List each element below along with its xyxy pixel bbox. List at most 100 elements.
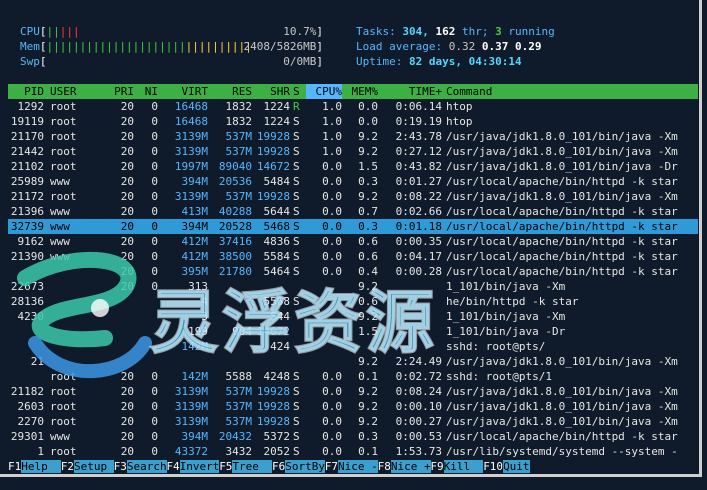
cell-shr: 1224 — [263, 100, 291, 113]
table-row[interactable]: 21390 www 20 0 412M 38500 5584 S 0.0 0.6 0:04.17/u… — [8, 249, 698, 264]
cell-mem: 9.2 — [358, 415, 378, 428]
table-row[interactable]: root 20 0 142M 5588 4248 S 0.0 0.1 0:02.72 sshd: r… — [8, 369, 698, 384]
table-row[interactable]: 4230 3 544 9.2 1_101/bin/java -Xm — [8, 309, 698, 324]
cell-state: S — [293, 130, 300, 143]
fkey-label: Tree — [232, 460, 273, 473]
column-command[interactable]: Command — [446, 84, 698, 99]
cell-res: 37416 — [218, 235, 252, 248]
cell-shr: 424 — [270, 340, 290, 353]
table-row[interactable]: 1 root 20 0 43372 3432 2052 S 0.0 0.1 1:53.73/usr/… — [8, 444, 698, 459]
cell-shr: 4248 — [263, 370, 291, 383]
column-user[interactable]: USER — [50, 84, 110, 99]
fkey-key: F3 — [113, 460, 127, 473]
fkey-key: F7 — [324, 460, 339, 473]
meter-cpu: CPU[||||| — [20, 24, 80, 39]
table-row[interactable]: 21 9.2 2:24.49/usr/java/jdk1.8.0_101/bin/j… — [8, 354, 698, 369]
cell-time: 0:00.10 — [395, 400, 442, 413]
cell-time: 0:00.35 — [395, 235, 442, 248]
cell-command: htop — [446, 115, 473, 128]
cell-command: /usr/java/jdk1.8.0_101/bin/java -Xm — [446, 145, 678, 158]
cell-command: /usr/local/apache/bin/httpd -k star — [446, 250, 678, 263]
cell-pid: 28136 — [10, 295, 44, 308]
cell-command: /usr/java/jdk1.8.0_101/bin/java -Xm — [446, 190, 678, 203]
fkey-label: Setup — [74, 460, 114, 473]
cell-cpu: 0.0 — [322, 235, 342, 248]
fkey-f3[interactable]: F3Search — [114, 459, 167, 474]
cell-virt: 1997M — [174, 160, 208, 173]
cell-pid: 21102 — [10, 160, 44, 173]
table-row-selected[interactable]: 32739 www 20 0 394M 20528 5468 S 0.0 0.3 0:01.18/u… — [8, 219, 698, 234]
cell-res: 537M — [225, 190, 253, 203]
meter-bracket-close: ] — [316, 55, 323, 68]
fkey-f4[interactable]: F4Invert — [166, 459, 220, 474]
cell-time: 2:24.49 — [395, 355, 442, 368]
table-row[interactable]: 28136 4 5568 S 0.6 he/bin/httpd -k star — [8, 294, 698, 309]
fkey-f7[interactable]: F7Nice - — [325, 459, 378, 474]
cell-state: S — [293, 145, 300, 158]
column-time[interactable]: TIME+ — [384, 84, 442, 99]
table-row[interactable]: 2270 root 20 0 3139M 537M 19928 S 0.0 9.2 0:00.27 /… — [8, 414, 698, 429]
table-row[interactable]: 22673 20 0 313 9.2 1_101/bin/java -Xm — [8, 279, 698, 294]
fkey-f10[interactable]: F10Quit — [483, 459, 530, 474]
fkey-f6[interactable]: F6SortBy — [272, 459, 325, 474]
table-row[interactable]: 1292 root 20 0 16468 1832 1224 R 1.0 0.0 0:06.14 ht… — [8, 99, 698, 114]
process-table[interactable]: PID USER PRI NI VIRT RES SHR S CPU% MEM%… — [8, 84, 698, 459]
table-row[interactable]: 21170 root 20 0 3139M 537M 19928 S 1.0 9.2 2:43.78… — [8, 129, 698, 144]
fkey-f2[interactable]: F2Setup — [61, 459, 114, 474]
cell-nice: 0 — [151, 115, 158, 128]
cell-priority: 20 — [120, 265, 134, 278]
fkey-f9[interactable]: F9Kill — [430, 459, 484, 474]
column-res[interactable]: RES — [212, 84, 252, 99]
cell-priority: 20 — [120, 145, 134, 158]
cell-mem: 0.1 — [358, 445, 378, 458]
cell-mem: 0.3 — [358, 175, 378, 188]
table-row[interactable]: 21396 www 20 0 413M 40288 5644 S 0.0 0.7 0:02.66/u… — [8, 204, 698, 219]
cell-cpu: 1.0 — [322, 145, 342, 158]
column-shr[interactable]: SHR — [254, 84, 290, 99]
table-row[interactable]: 142M 424 sshd: root@pts/ — [8, 339, 698, 354]
cell-cpu: 0.0 — [322, 190, 342, 203]
cell-res: 537M — [225, 385, 253, 398]
cell-res: 20536 — [218, 175, 252, 188]
table-row[interactable]: 19119 root 20 0 16468 1832 1224 S 1.0 0.0 0:19.19 h… — [8, 114, 698, 129]
cell-pid: 21442 — [10, 145, 44, 158]
fkey-f1[interactable]: F1Help — [8, 459, 61, 474]
table-row[interactable]: 20 0 395M 21780 5464 S 0.0 0.4 0:00.28/usr/local… — [8, 264, 698, 279]
column-pri[interactable]: PRI — [112, 84, 134, 99]
table-row[interactable]: 25989 www 20 0 394M 20536 5484 S 0.0 0.3 0:01.27/u… — [8, 174, 698, 189]
table-row[interactable]: 29301 www 20 0 394M 20432 5372 S 0.0 0.3 0:00.53/u… — [8, 429, 698, 444]
column-ni[interactable]: NI — [140, 84, 158, 99]
cell-time: 0:00.28 — [395, 265, 442, 278]
fkey-f5[interactable]: F5Tree — [219, 459, 273, 474]
cell-pid: 1292 — [17, 100, 45, 113]
cell-mem: 0.0 — [358, 100, 378, 113]
table-row[interactable]: 9162 www 20 0 412M 37416 4836 S 0.0 0.6 0:00.35/us… — [8, 234, 698, 249]
table-row[interactable]: 21172 root 20 0 3139M 537M 19928 S 0.0 9.2 0:08.22… — [8, 189, 698, 204]
cell-priority: 20 — [120, 385, 134, 398]
cell-time: 0:01.27 — [395, 175, 442, 188]
column-virt[interactable]: VIRT — [163, 84, 209, 99]
cell-virt: 394M — [181, 175, 209, 188]
column-pid[interactable]: PID — [8, 84, 44, 99]
cell-res: 1832 — [225, 100, 253, 113]
column-header-row[interactable]: PID USER PRI NI VIRT RES SHR S CPU% MEM%… — [8, 84, 698, 99]
table-row[interactable]: 199 904 14672 1.5 1_101/bin/java -Dr — [8, 324, 698, 339]
table-row[interactable]: 21182 root 20 0 3139M 537M 19928 S 0.0 9.2 0:08.24… — [8, 384, 698, 399]
cell-state: S — [293, 385, 300, 398]
column-state[interactable]: S — [293, 84, 303, 99]
table-row[interactable]: 21442 root 20 0 3139M 537M 19928 S 1.0 9.2 0:27.12… — [8, 144, 698, 159]
fkey-key: F2 — [60, 460, 75, 473]
table-row[interactable]: 2603 root 20 0 3139M 537M 19928 S 0.0 9.2 0:00.10 /… — [8, 399, 698, 414]
cell-cpu: 1.0 — [322, 130, 342, 143]
table-row[interactable]: 21102 root 20 0 1997M 89040 14672 S 0.0 1.5 0:43.8… — [8, 159, 698, 174]
fkey-f8[interactable]: F8Nice + — [378, 459, 431, 474]
column-mem[interactable]: MEM% — [346, 84, 379, 99]
cell-virt: 16468 — [174, 100, 208, 113]
column-cpu[interactable]: CPU% — [306, 84, 342, 99]
fkey-label: Quit — [503, 460, 530, 473]
cell-shr: 14672 — [256, 160, 290, 173]
cell-nice: 0 — [151, 400, 158, 413]
cell-res: 38500 — [218, 250, 252, 263]
fkey-label: Kill — [443, 460, 484, 473]
cell-user: www — [50, 220, 70, 233]
